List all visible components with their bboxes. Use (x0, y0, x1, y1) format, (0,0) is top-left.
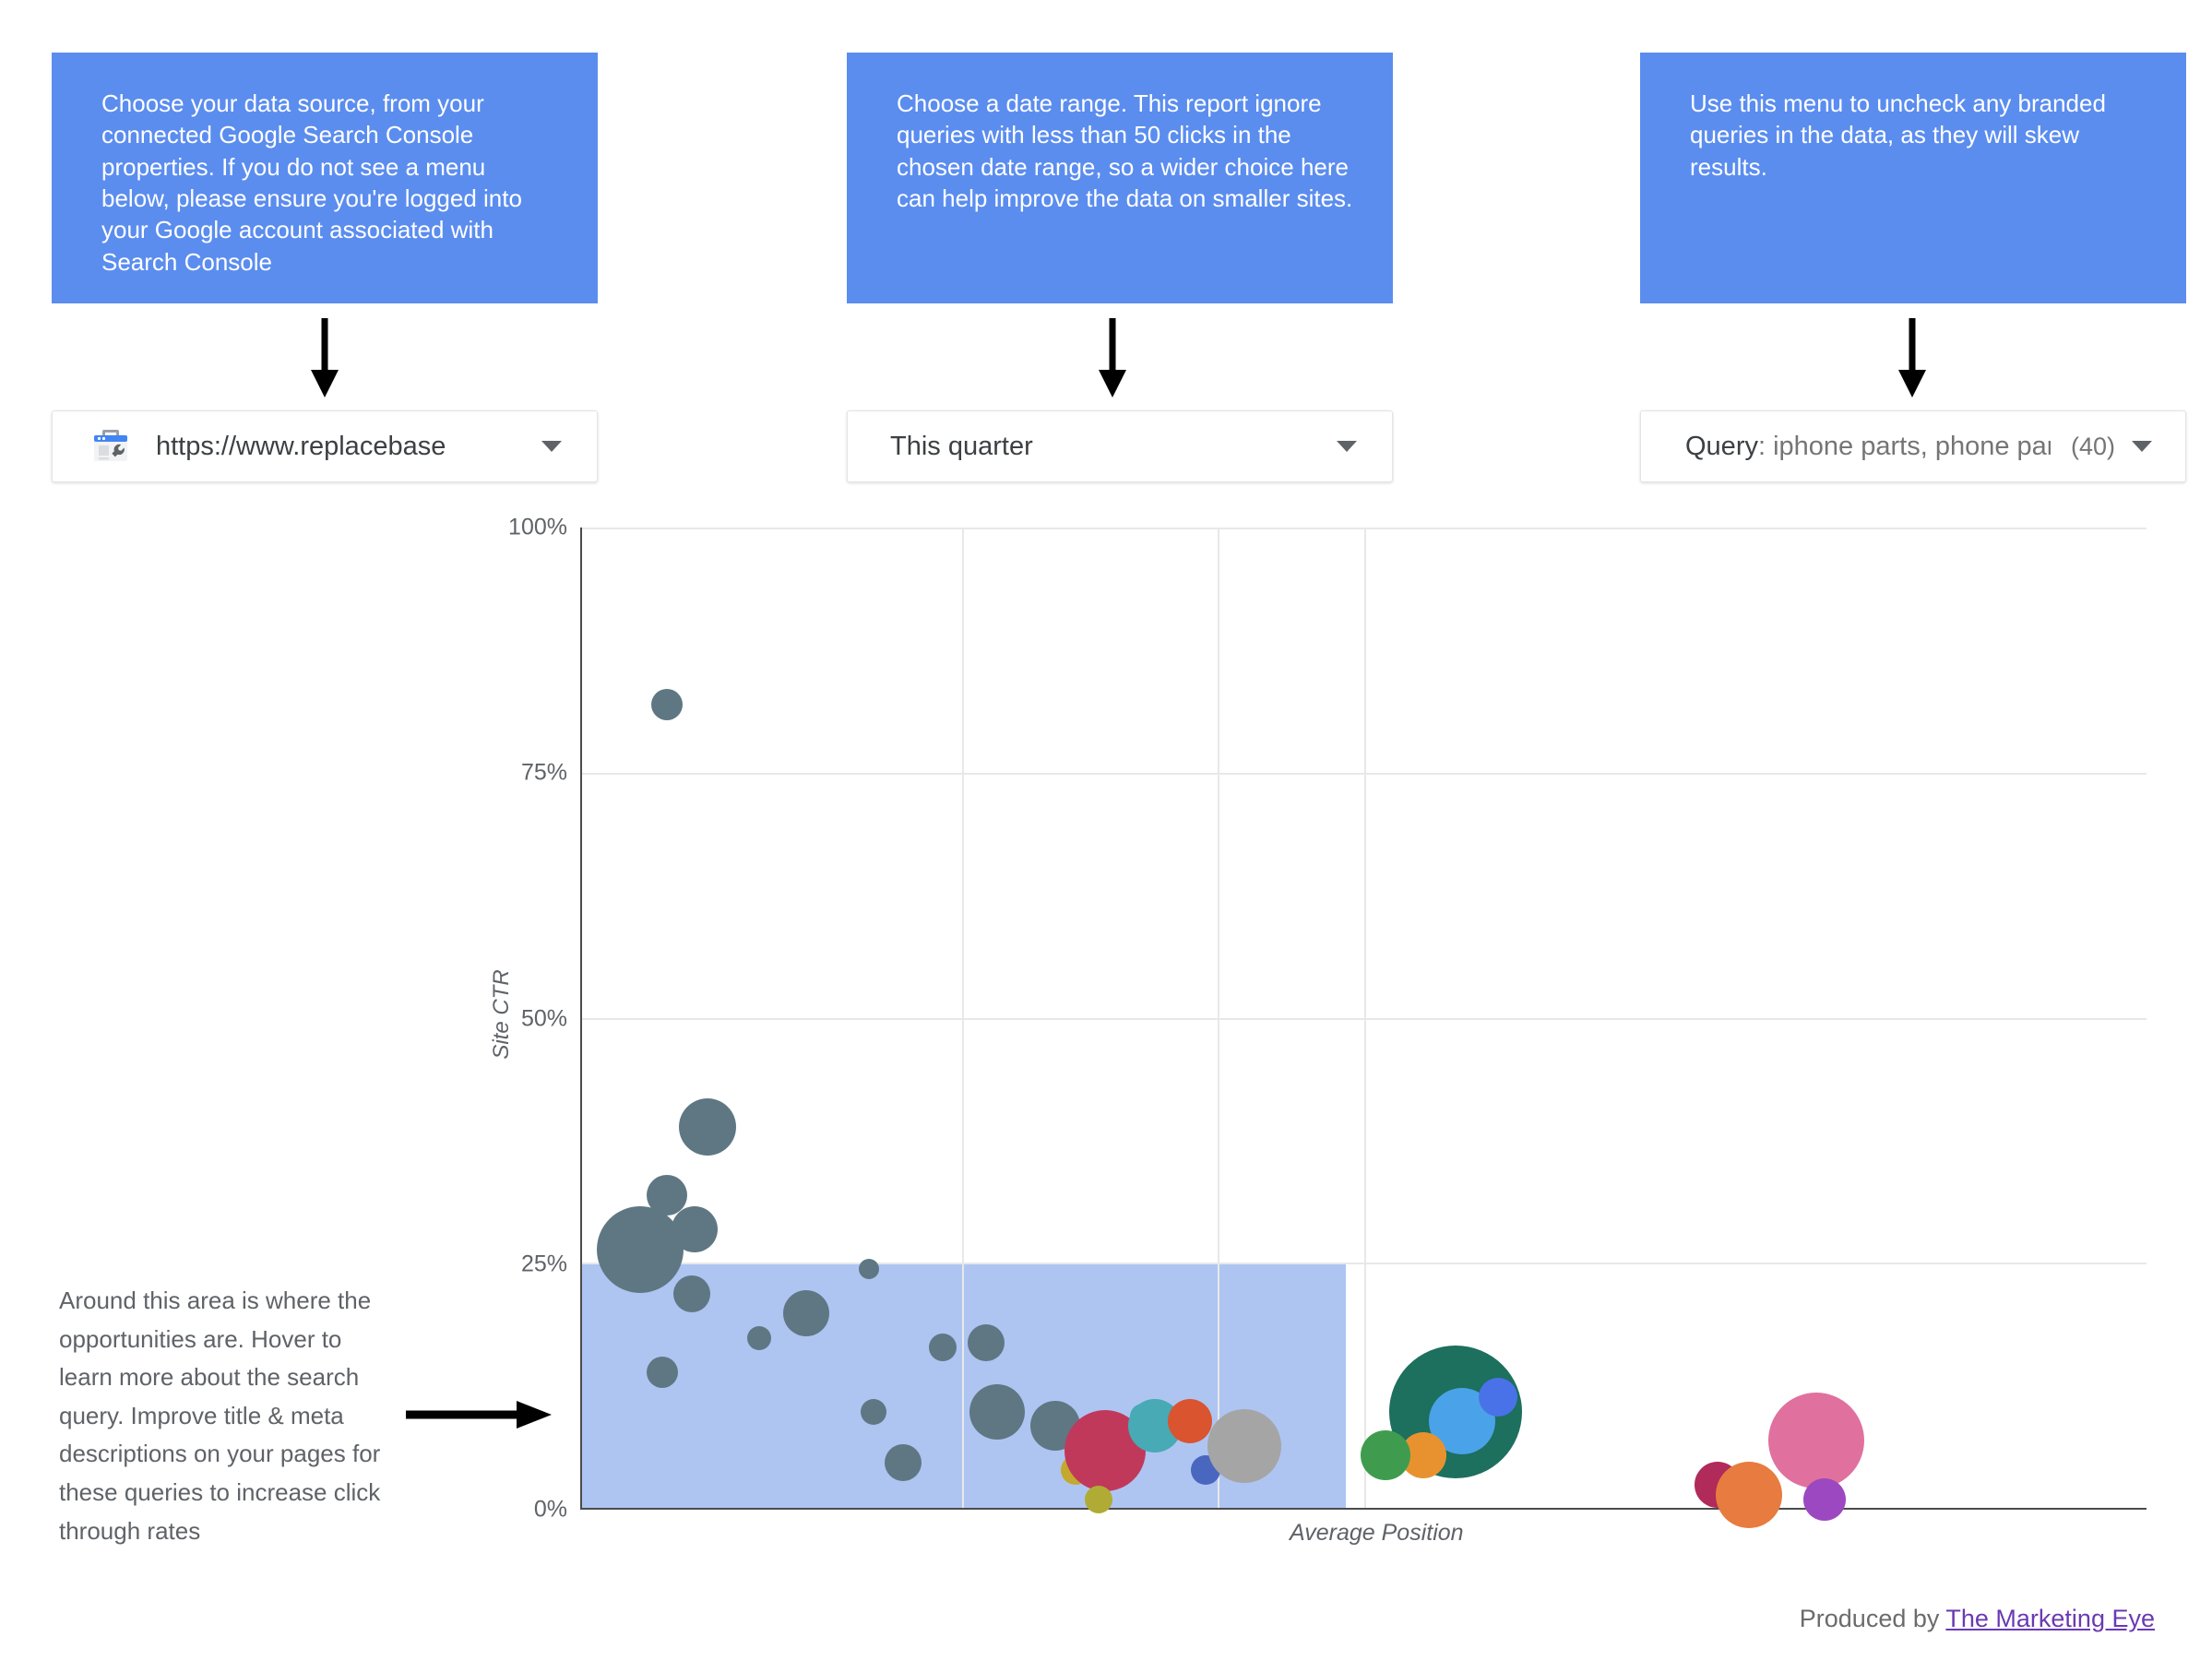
y-axis-tick: 75% (520, 759, 567, 786)
y-axis-tick: 0% (533, 1496, 567, 1523)
arrow-down-icon (1099, 318, 1126, 397)
date-range-dropdown[interactable]: This quarter (847, 410, 1393, 482)
chart-bubble[interactable] (1802, 1478, 1846, 1522)
chart-bubble[interactable] (746, 1325, 771, 1350)
chevron-down-icon[interactable] (2132, 441, 2152, 452)
chevron-down-icon[interactable] (541, 441, 562, 452)
arrow-right-icon (406, 1401, 552, 1429)
gridline-vertical (962, 528, 965, 1508)
arrow-down-icon (1898, 318, 1926, 397)
chart-bubble[interactable] (596, 1205, 684, 1293)
chart-bubble[interactable] (969, 1383, 1025, 1440)
opportunity-annotation: Around this area is where the opportunit… (59, 1286, 381, 1545)
report-page: Choose your data source, from your conne… (0, 0, 2212, 1660)
chart-bubble[interactable] (860, 1398, 886, 1425)
chart-bubble[interactable] (646, 1356, 678, 1388)
search-console-icon (89, 425, 132, 468)
chart-bubble[interactable] (1085, 1486, 1113, 1514)
chart-bubble[interactable] (1768, 1393, 1865, 1489)
footer-credit: Produced by The Marketing Eye (1800, 1605, 2155, 1633)
chart-bubble[interactable] (672, 1275, 710, 1312)
callout-query-filter: Use this menu to uncheck any branded que… (1640, 53, 2186, 303)
y-axis-tick: 50% (520, 1005, 567, 1031)
chart-bubble[interactable] (928, 1334, 957, 1362)
query-filter-dropdown[interactable]: Query: iphone parts, phone parts… (40) (1640, 410, 2186, 482)
chart-bubble[interactable] (678, 1097, 736, 1156)
chart-bubble[interactable] (858, 1259, 879, 1280)
callout-data-source: Choose your data source, from your conne… (52, 53, 598, 303)
chart-bubble[interactable] (782, 1290, 829, 1336)
chart-bubble[interactable] (968, 1323, 1005, 1361)
footer-prefix: Produced by (1799, 1605, 1946, 1632)
y-axis-tick: 25% (520, 1251, 567, 1277)
gridline-vertical (1364, 528, 1366, 1508)
chart-bubble[interactable] (650, 688, 683, 720)
y-axis-tick: 100% (508, 514, 567, 540)
callout-date-range: Choose a date range. This report ignore … (847, 53, 1393, 303)
chart-bubble[interactable] (885, 1443, 922, 1481)
data-source-dropdown[interactable]: https://www.replacebase (52, 410, 598, 482)
query-filter-value: Query: iphone parts, phone parts… (1685, 432, 2051, 462)
chart-bubble[interactable] (1716, 1462, 1782, 1529)
marketing-eye-link[interactable]: The Marketing Eye (1945, 1605, 2155, 1632)
plot-region (580, 528, 2147, 1529)
chart-bubble[interactable] (1479, 1377, 1518, 1417)
chevron-down-icon[interactable] (1337, 441, 1357, 452)
query-filter-count: (40) (2070, 432, 2115, 460)
gridline-vertical (1217, 528, 1219, 1508)
x-axis-label: Average Position (1290, 1520, 1464, 1546)
chart-bubble[interactable] (1167, 1399, 1212, 1444)
date-range-value: This quarter (890, 431, 1033, 461)
chart-bubble[interactable] (1361, 1430, 1411, 1481)
query-filter-label: Query (1685, 431, 1758, 461)
chart-bubble[interactable] (1207, 1408, 1282, 1483)
data-source-value: https://www.replacebase (156, 431, 446, 461)
arrow-down-icon (311, 318, 339, 397)
query-filter-selection: : iphone parts, phone parts… (1757, 431, 2051, 461)
